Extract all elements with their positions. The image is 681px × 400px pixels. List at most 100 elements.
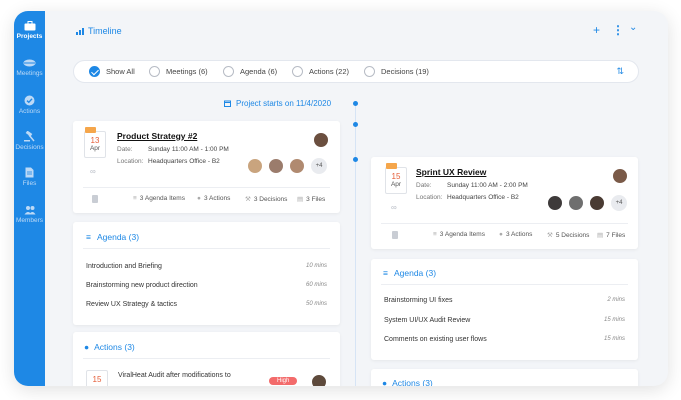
more-menu-button[interactable]: ⋮ — [612, 24, 624, 36]
stat-files: ▤ 3 Files — [297, 195, 326, 204]
gavel-icon: ⚒ — [245, 196, 251, 203]
radio-icon — [364, 66, 375, 77]
filter-agenda[interactable]: Agenda (6) — [223, 66, 277, 77]
stat-decisions: ⚒ 3 Decisions — [245, 195, 287, 204]
organizer-avatar[interactable] — [313, 132, 329, 148]
stat-files: ▤ 7 Files — [597, 231, 626, 240]
agenda-item[interactable]: Review UX Strategy & tactics — [86, 301, 177, 308]
date-month: Apr — [89, 145, 101, 152]
check-icon: ● — [197, 195, 201, 202]
page-title: Timeline — [88, 26, 122, 36]
date-day: 15 — [391, 172, 401, 181]
date-day: 13 — [90, 136, 100, 145]
stat-label: 3 Files — [306, 195, 326, 203]
list-icon: ≡ — [86, 232, 91, 242]
meeting-title[interactable]: Product Strategy #2 — [117, 131, 197, 141]
project-start-label: Project starts on 11/4/2020 — [236, 99, 332, 108]
stat-label: 3 Actions — [505, 231, 533, 238]
timeline-dot — [353, 157, 358, 162]
sidebar-item-label: Members — [15, 217, 44, 224]
meta-value: Headquarters Office - B2 — [447, 194, 519, 201]
filter-meetings[interactable]: Meetings (6) — [149, 66, 208, 77]
sidebar-item-actions[interactable]: Actions — [14, 95, 45, 115]
agenda-duration: 60 mins — [305, 282, 327, 288]
attendee-avatar[interactable] — [589, 195, 605, 211]
meeting-title[interactable]: Sprint UX Review — [416, 167, 486, 177]
briefcase-icon — [24, 21, 35, 31]
filter-label: Actions (22) — [309, 67, 350, 76]
radio-icon — [223, 66, 234, 77]
link-icon[interactable]: ∞ — [391, 203, 397, 212]
attendee-avatar[interactable] — [268, 158, 284, 174]
file-icon: ▤ — [297, 196, 304, 203]
more-attendees-badge[interactable]: +4 — [611, 195, 627, 211]
check-icon: ● — [499, 231, 503, 238]
list-icon: ≡ — [133, 195, 137, 202]
section-label: Actions (3) — [94, 342, 135, 352]
sidebar-item-files[interactable]: Files — [14, 167, 45, 187]
agenda-item[interactable]: Comments on existing user flows — [384, 336, 487, 343]
timeline-dot — [353, 122, 358, 127]
radio-checked-icon — [89, 66, 100, 77]
organizer-avatar[interactable] — [612, 168, 628, 184]
section-label: Agenda (3) — [393, 268, 437, 278]
divider — [381, 284, 628, 285]
filter-decisions[interactable]: Decisions (19) — [364, 66, 429, 77]
timeline-line — [355, 103, 356, 386]
actions-section-title[interactable]: ● Actions (3) — [382, 378, 433, 386]
radio-icon — [149, 66, 160, 77]
agenda-card: ≡ Agenda (3) Introduction and Briefing 10… — [73, 222, 340, 325]
attendee-avatar[interactable] — [289, 158, 305, 174]
agenda-item[interactable]: Introduction and Briefing — [86, 263, 162, 270]
agenda-item[interactable]: Brainstorming UI fixes — [384, 297, 452, 304]
sidebar-item-projects[interactable]: Projects — [14, 21, 45, 40]
action-item[interactable]: ViralHeat Audit after modifications to — [118, 372, 231, 379]
sidebar-item-decisions[interactable]: Decisions — [14, 131, 45, 151]
sidebar-item-meetings[interactable]: Meetings — [14, 58, 45, 77]
stat-actions: ● 3 Actions — [197, 195, 230, 202]
sidebar-item-label: Meetings — [16, 70, 43, 77]
sidebar: Projects Meetings Actions Decisions File… — [14, 11, 45, 386]
agenda-section-title[interactable]: ≡ Agenda (3) — [86, 232, 139, 242]
agenda-item[interactable]: System UI/UX Audit Review — [384, 317, 470, 324]
sidebar-item-members[interactable]: Members — [14, 205, 45, 224]
radio-icon — [292, 66, 303, 77]
check-circle-icon: ● — [84, 342, 90, 352]
agenda-item[interactable]: Brainstorming new product direction — [86, 282, 198, 289]
agenda-section-title[interactable]: ≡ Agenda (3) — [383, 268, 436, 278]
meetings-icon — [23, 59, 36, 67]
actions-card: ● Actions (3) — [371, 369, 638, 386]
sort-icon[interactable]: ⇅ — [616, 66, 624, 77]
bar-chart-icon — [76, 28, 84, 35]
actions-section-title[interactable]: ● Actions (3) — [84, 342, 135, 352]
agenda-duration: 10 mins — [305, 263, 327, 269]
check-circle-icon — [24, 95, 35, 106]
more-attendees-badge[interactable]: +4 — [311, 158, 327, 174]
meeting-card[interactable]: 13 Apr ∞ Product Strategy #2 Date: Sunday… — [73, 121, 340, 213]
link-icon[interactable]: ∞ — [90, 167, 96, 176]
collapse-chevron-button[interactable]: ⌄ — [629, 22, 637, 34]
members-icon — [24, 206, 35, 215]
meta-value: Sunday 11:00 AM - 1:00 PM — [148, 146, 229, 153]
meta-value: Headquarters Office - B2 — [148, 158, 220, 165]
filter-actions[interactable]: Actions (22) — [292, 66, 349, 77]
stat-agenda: ≡ 3 Agenda Items — [133, 195, 185, 202]
stat-decisions: ⚒ 5 Decisions — [547, 231, 589, 240]
check-circle-icon: ● — [382, 378, 388, 386]
assignee-avatar[interactable] — [311, 374, 327, 386]
file-icon — [25, 167, 34, 178]
stat-label: 7 Files — [606, 231, 626, 239]
add-button[interactable]: + — [593, 24, 600, 36]
meta-label: Date: — [416, 182, 432, 189]
file-icon: ▤ — [597, 232, 604, 239]
attendee-avatar[interactable] — [547, 195, 563, 211]
date-tab — [85, 127, 96, 133]
agenda-duration: 15 mins — [603, 336, 625, 342]
stat-label: 3 Actions — [203, 195, 231, 202]
filter-show-all[interactable]: Show All — [89, 66, 135, 77]
attendee-avatar[interactable] — [568, 195, 584, 211]
stat-agenda: ≡ 3 Agenda Items — [433, 231, 485, 238]
attendee-avatar[interactable] — [247, 158, 263, 174]
meeting-card[interactable]: 15 Apr ∞ Sprint UX Review Date: Sunday 11… — [371, 157, 638, 249]
agenda-card: ≡ Agenda (3) Brainstorming UI fixes 2 min… — [371, 259, 638, 360]
